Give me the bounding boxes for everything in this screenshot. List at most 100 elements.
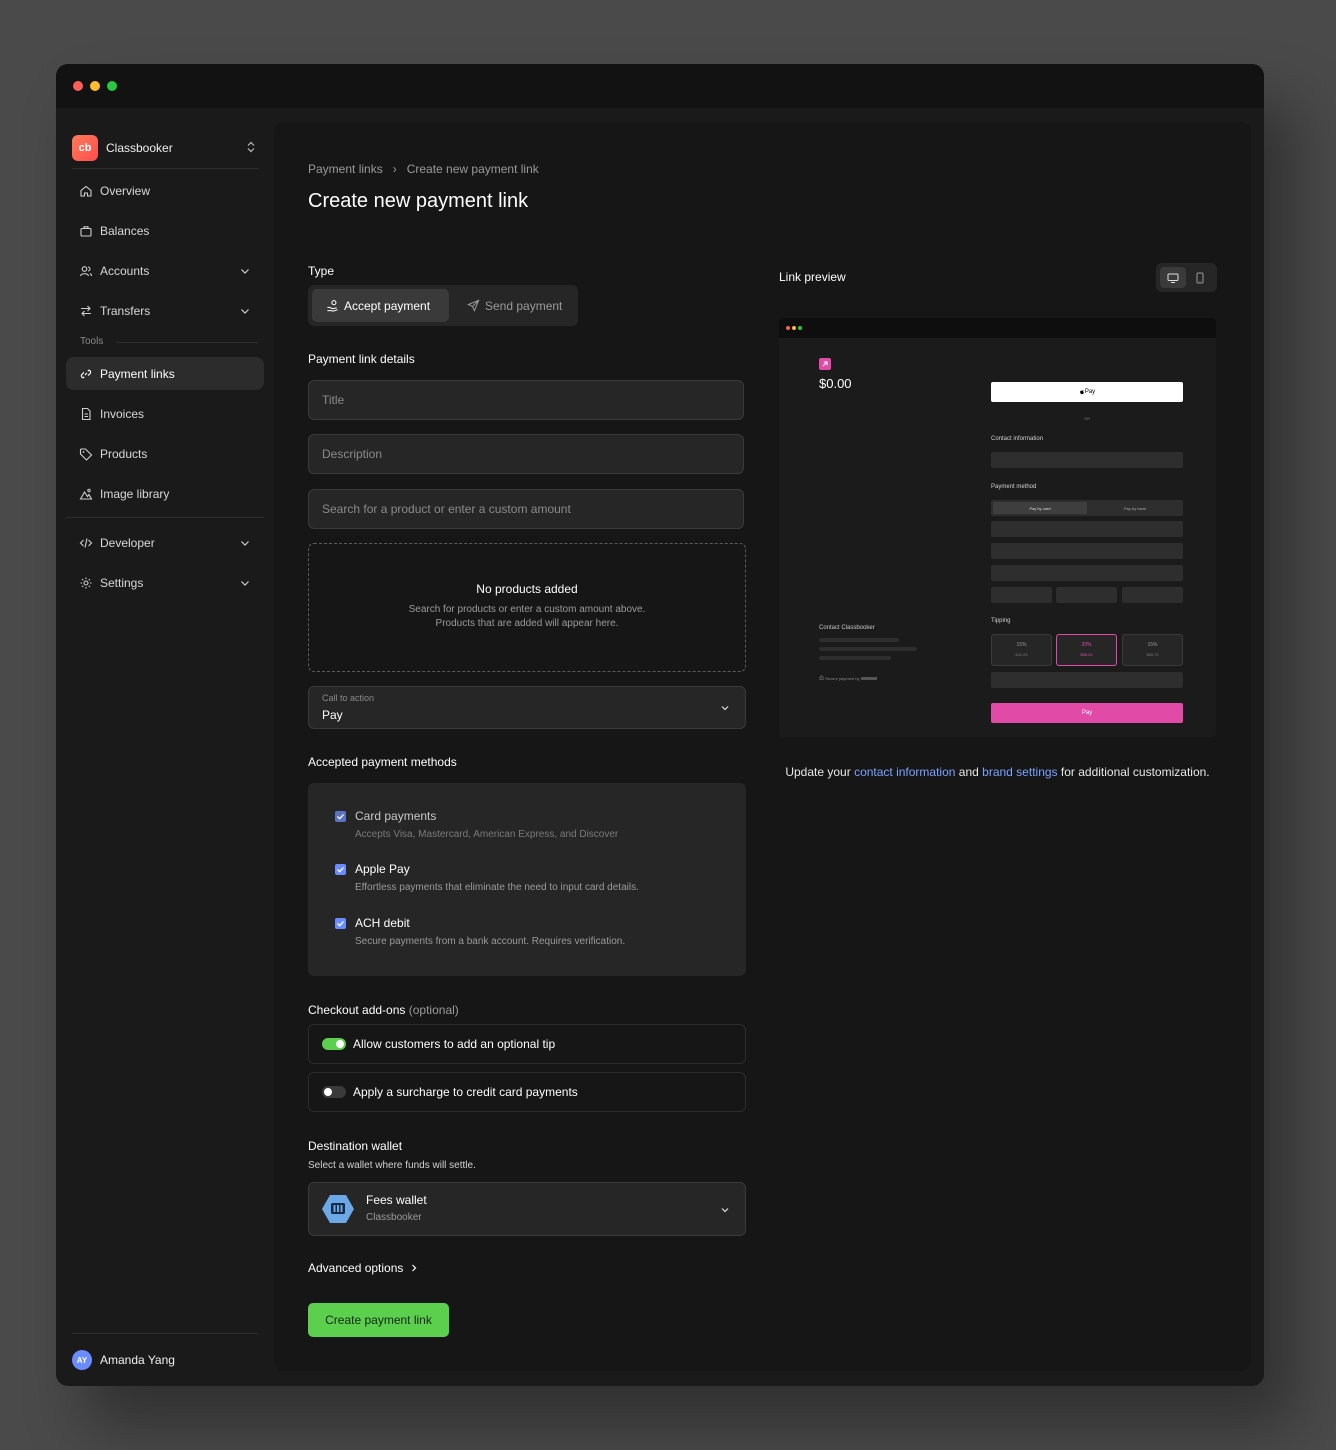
- surcharge-toggle[interactable]: [322, 1086, 346, 1098]
- workspace-switcher[interactable]: cb Classbooker: [72, 128, 258, 168]
- desktop-icon: [1167, 273, 1179, 283]
- close-window-button[interactable]: [73, 81, 83, 91]
- sidebar-item-label: Balances: [100, 223, 150, 238]
- sidebar-item-balances[interactable]: Balances: [66, 214, 264, 247]
- minimize-window-button[interactable]: [90, 81, 100, 91]
- note-text: and: [955, 765, 983, 779]
- users-icon: [79, 264, 93, 278]
- wallet-select[interactable]: Fees wallet Classbooker: [308, 1182, 746, 1236]
- document-icon: [79, 407, 93, 421]
- call-to-action-label: Call to action: [322, 693, 375, 703]
- wallet-org: Classbooker: [366, 1212, 422, 1223]
- optional-tag: (optional): [408, 1003, 459, 1017]
- sidebar-item-label: Accounts: [100, 263, 150, 278]
- preview-placeholder-line: [819, 638, 899, 642]
- apple-pay-checkbox[interactable]: [335, 864, 346, 875]
- empty-state-line: Search for products or enter a custom am…: [408, 604, 646, 615]
- wallet-icon: [322, 1195, 354, 1223]
- preview-contact-merchant: Contact Classbooker: [819, 625, 875, 631]
- sidebar-item-label: Transfers: [100, 303, 151, 318]
- product-search-input[interactable]: Search for a product or enter a custom a…: [308, 489, 744, 529]
- card-payments-checkbox[interactable]: [335, 811, 346, 822]
- sidebar-item-accounts[interactable]: Accounts: [66, 254, 264, 287]
- accept-payment-tab[interactable]: Accept payment: [312, 289, 449, 322]
- sidebar-item-developer[interactable]: Developer: [66, 526, 264, 559]
- title-input[interactable]: Title: [308, 380, 744, 420]
- briefcase-icon: [79, 224, 93, 238]
- chevron-down-icon: [721, 1208, 729, 1213]
- merchant-logo-icon: [819, 358, 831, 370]
- provider-logo: [860, 677, 877, 681]
- sidebar-item-invoices[interactable]: Invoices: [66, 397, 264, 430]
- sidebar-item-products[interactable]: Products: [66, 437, 264, 470]
- tip-percent: 20%: [1081, 642, 1092, 648]
- contact-information-link[interactable]: contact information: [854, 765, 955, 779]
- preview-custom-tip-field: [991, 672, 1183, 688]
- sidebar-item-payment-links[interactable]: Payment links: [66, 357, 264, 390]
- tip-amount: $68.75: [1146, 652, 1159, 657]
- tip-amount: $41.25: [1015, 652, 1028, 657]
- sidebar-item-overview[interactable]: Overview: [66, 174, 264, 207]
- preview-placeholder-line: [819, 656, 891, 660]
- method-title: Apple Pay: [355, 862, 410, 876]
- secure-payment-text: Secure payment by: [825, 676, 860, 681]
- preview-pay-by-card-tab: Pay by card: [993, 502, 1087, 514]
- advanced-options-toggle[interactable]: Advanced options: [308, 1261, 419, 1275]
- tip-toggle-row[interactable]: Allow customers to add an optional tip: [308, 1024, 746, 1064]
- image-icon: [79, 487, 93, 501]
- breadcrumb-parent-link[interactable]: Payment links: [308, 162, 383, 176]
- preview-card-field: [991, 565, 1183, 581]
- preview-card-field: [1122, 587, 1183, 603]
- details-label: Payment link details: [308, 352, 415, 366]
- preview-window-dot: [792, 326, 796, 330]
- link-preview-label: Link preview: [779, 270, 846, 284]
- send-icon: [467, 299, 480, 312]
- maximize-window-button[interactable]: [107, 81, 117, 91]
- main-content: Payment links › Create new payment link …: [274, 122, 1251, 1371]
- wallet-name: Fees wallet: [366, 1193, 427, 1207]
- call-to-action-value: Pay: [322, 708, 343, 722]
- user-name: Amanda Yang: [100, 1353, 175, 1367]
- tip-toggle[interactable]: [322, 1038, 346, 1050]
- checkout-addons-label: Checkout add-ons (optional): [308, 1003, 459, 1017]
- note-text: for additional customization.: [1057, 765, 1210, 779]
- accept-payment-label: Accept payment: [344, 298, 431, 313]
- check-icon: [337, 814, 344, 820]
- send-payment-tab[interactable]: Send payment: [453, 289, 574, 322]
- brand-settings-link[interactable]: brand settings: [982, 765, 1057, 779]
- avatar: AY: [72, 1350, 92, 1370]
- preview-window-dot: [798, 326, 802, 330]
- ach-debit-checkbox[interactable]: [335, 918, 346, 929]
- tip-amount: $55.00: [1080, 652, 1093, 657]
- preview-window-dot: [786, 326, 790, 330]
- app-window: cb Classbooker Overview Balances Account…: [56, 64, 1264, 1386]
- sidebar-item-image-library[interactable]: Image library: [66, 477, 264, 510]
- chevron-down-icon: [238, 536, 252, 550]
- call-to-action-select[interactable]: Call to action Pay: [308, 686, 746, 729]
- method-title: Card payments: [355, 809, 437, 823]
- divider: [66, 517, 264, 518]
- preview-pay-by-bank-tab: Pay by bank: [1123, 505, 1146, 511]
- sidebar-item-settings[interactable]: Settings: [66, 566, 264, 599]
- create-payment-link-button[interactable]: Create payment link: [308, 1303, 449, 1337]
- title-bar: [56, 64, 1264, 108]
- user-profile[interactable]: AY Amanda Yang: [72, 1348, 258, 1372]
- preview-note: Update your contact information and bran…: [779, 763, 1216, 781]
- tip-percent: 15%: [1016, 642, 1027, 648]
- preview-device-toggle: [1156, 263, 1217, 292]
- sidebar-item-label: Developer: [100, 535, 155, 550]
- toggle-knob: [324, 1088, 332, 1096]
- desktop-preview-button[interactable]: [1160, 267, 1186, 288]
- sidebar-item-transfers[interactable]: Transfers: [66, 294, 264, 327]
- method-description: Effortless payments that eliminate the n…: [355, 882, 639, 893]
- empty-state-title: No products added: [476, 582, 578, 596]
- chevron-down-icon: [238, 576, 252, 590]
- surcharge-toggle-row[interactable]: Apply a surcharge to credit card payment…: [308, 1072, 746, 1112]
- check-icon: [337, 921, 344, 927]
- mobile-preview-button[interactable]: [1187, 267, 1213, 288]
- preview-tip-option-selected: 20% $55.00: [1056, 634, 1117, 666]
- sidebar: cb Classbooker Overview Balances Account…: [56, 108, 274, 1386]
- divider: [116, 342, 258, 343]
- destination-wallet-hint: Select a wallet where funds will settle.: [308, 1160, 476, 1171]
- description-input[interactable]: Description: [308, 434, 744, 474]
